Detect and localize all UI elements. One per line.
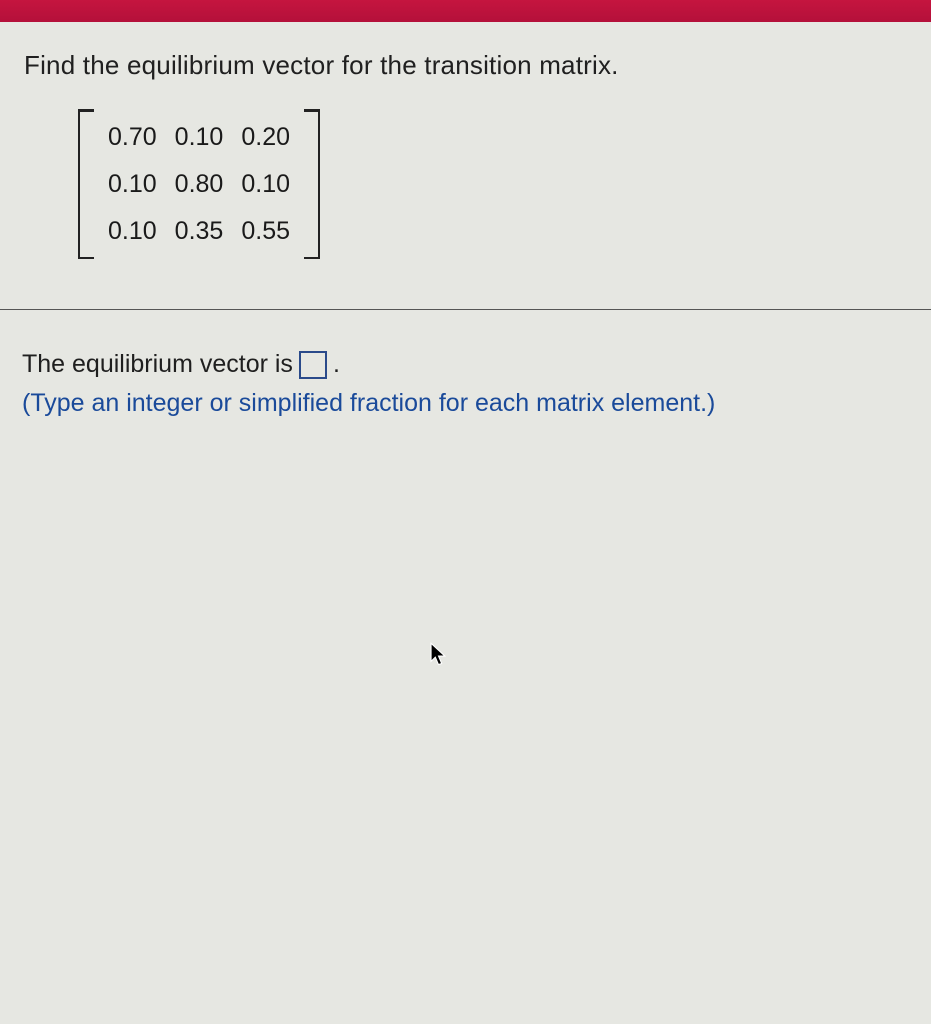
bracket-right-icon (304, 109, 320, 259)
matrix-grid: 0.70 0.10 0.20 0.10 0.80 0.10 0.10 0.35 … (94, 109, 304, 259)
matrix-cell: 0.10 (241, 170, 290, 199)
transition-matrix: 0.70 0.10 0.20 0.10 0.80 0.10 0.10 0.35 … (78, 109, 911, 259)
question-panel: Find the equilibrium vector for the tran… (0, 22, 931, 1024)
answer-hint: (Type an integer or simplified fraction … (22, 389, 911, 418)
answer-prefix: The equilibrium vector is (22, 350, 293, 379)
answer-suffix: . (333, 350, 340, 379)
matrix-cell: 0.35 (175, 217, 224, 246)
matrix-cell: 0.10 (108, 217, 157, 246)
matrix-cell: 0.80 (175, 170, 224, 199)
question-prompt: Find the equilibrium vector for the tran… (24, 50, 911, 81)
matrix-cell: 0.70 (108, 123, 157, 152)
matrix-cell: 0.10 (108, 170, 157, 199)
bracket-left-icon (78, 109, 94, 259)
window-titlebar (0, 0, 931, 22)
matrix-cell: 0.10 (175, 123, 224, 152)
answer-sentence: The equilibrium vector is . (22, 350, 911, 379)
mouse-cursor-icon (430, 642, 447, 668)
equilibrium-vector-input[interactable] (299, 351, 327, 379)
matrix-cell: 0.20 (241, 123, 290, 152)
matrix-cell: 0.55 (241, 217, 290, 246)
section-divider (0, 309, 931, 310)
